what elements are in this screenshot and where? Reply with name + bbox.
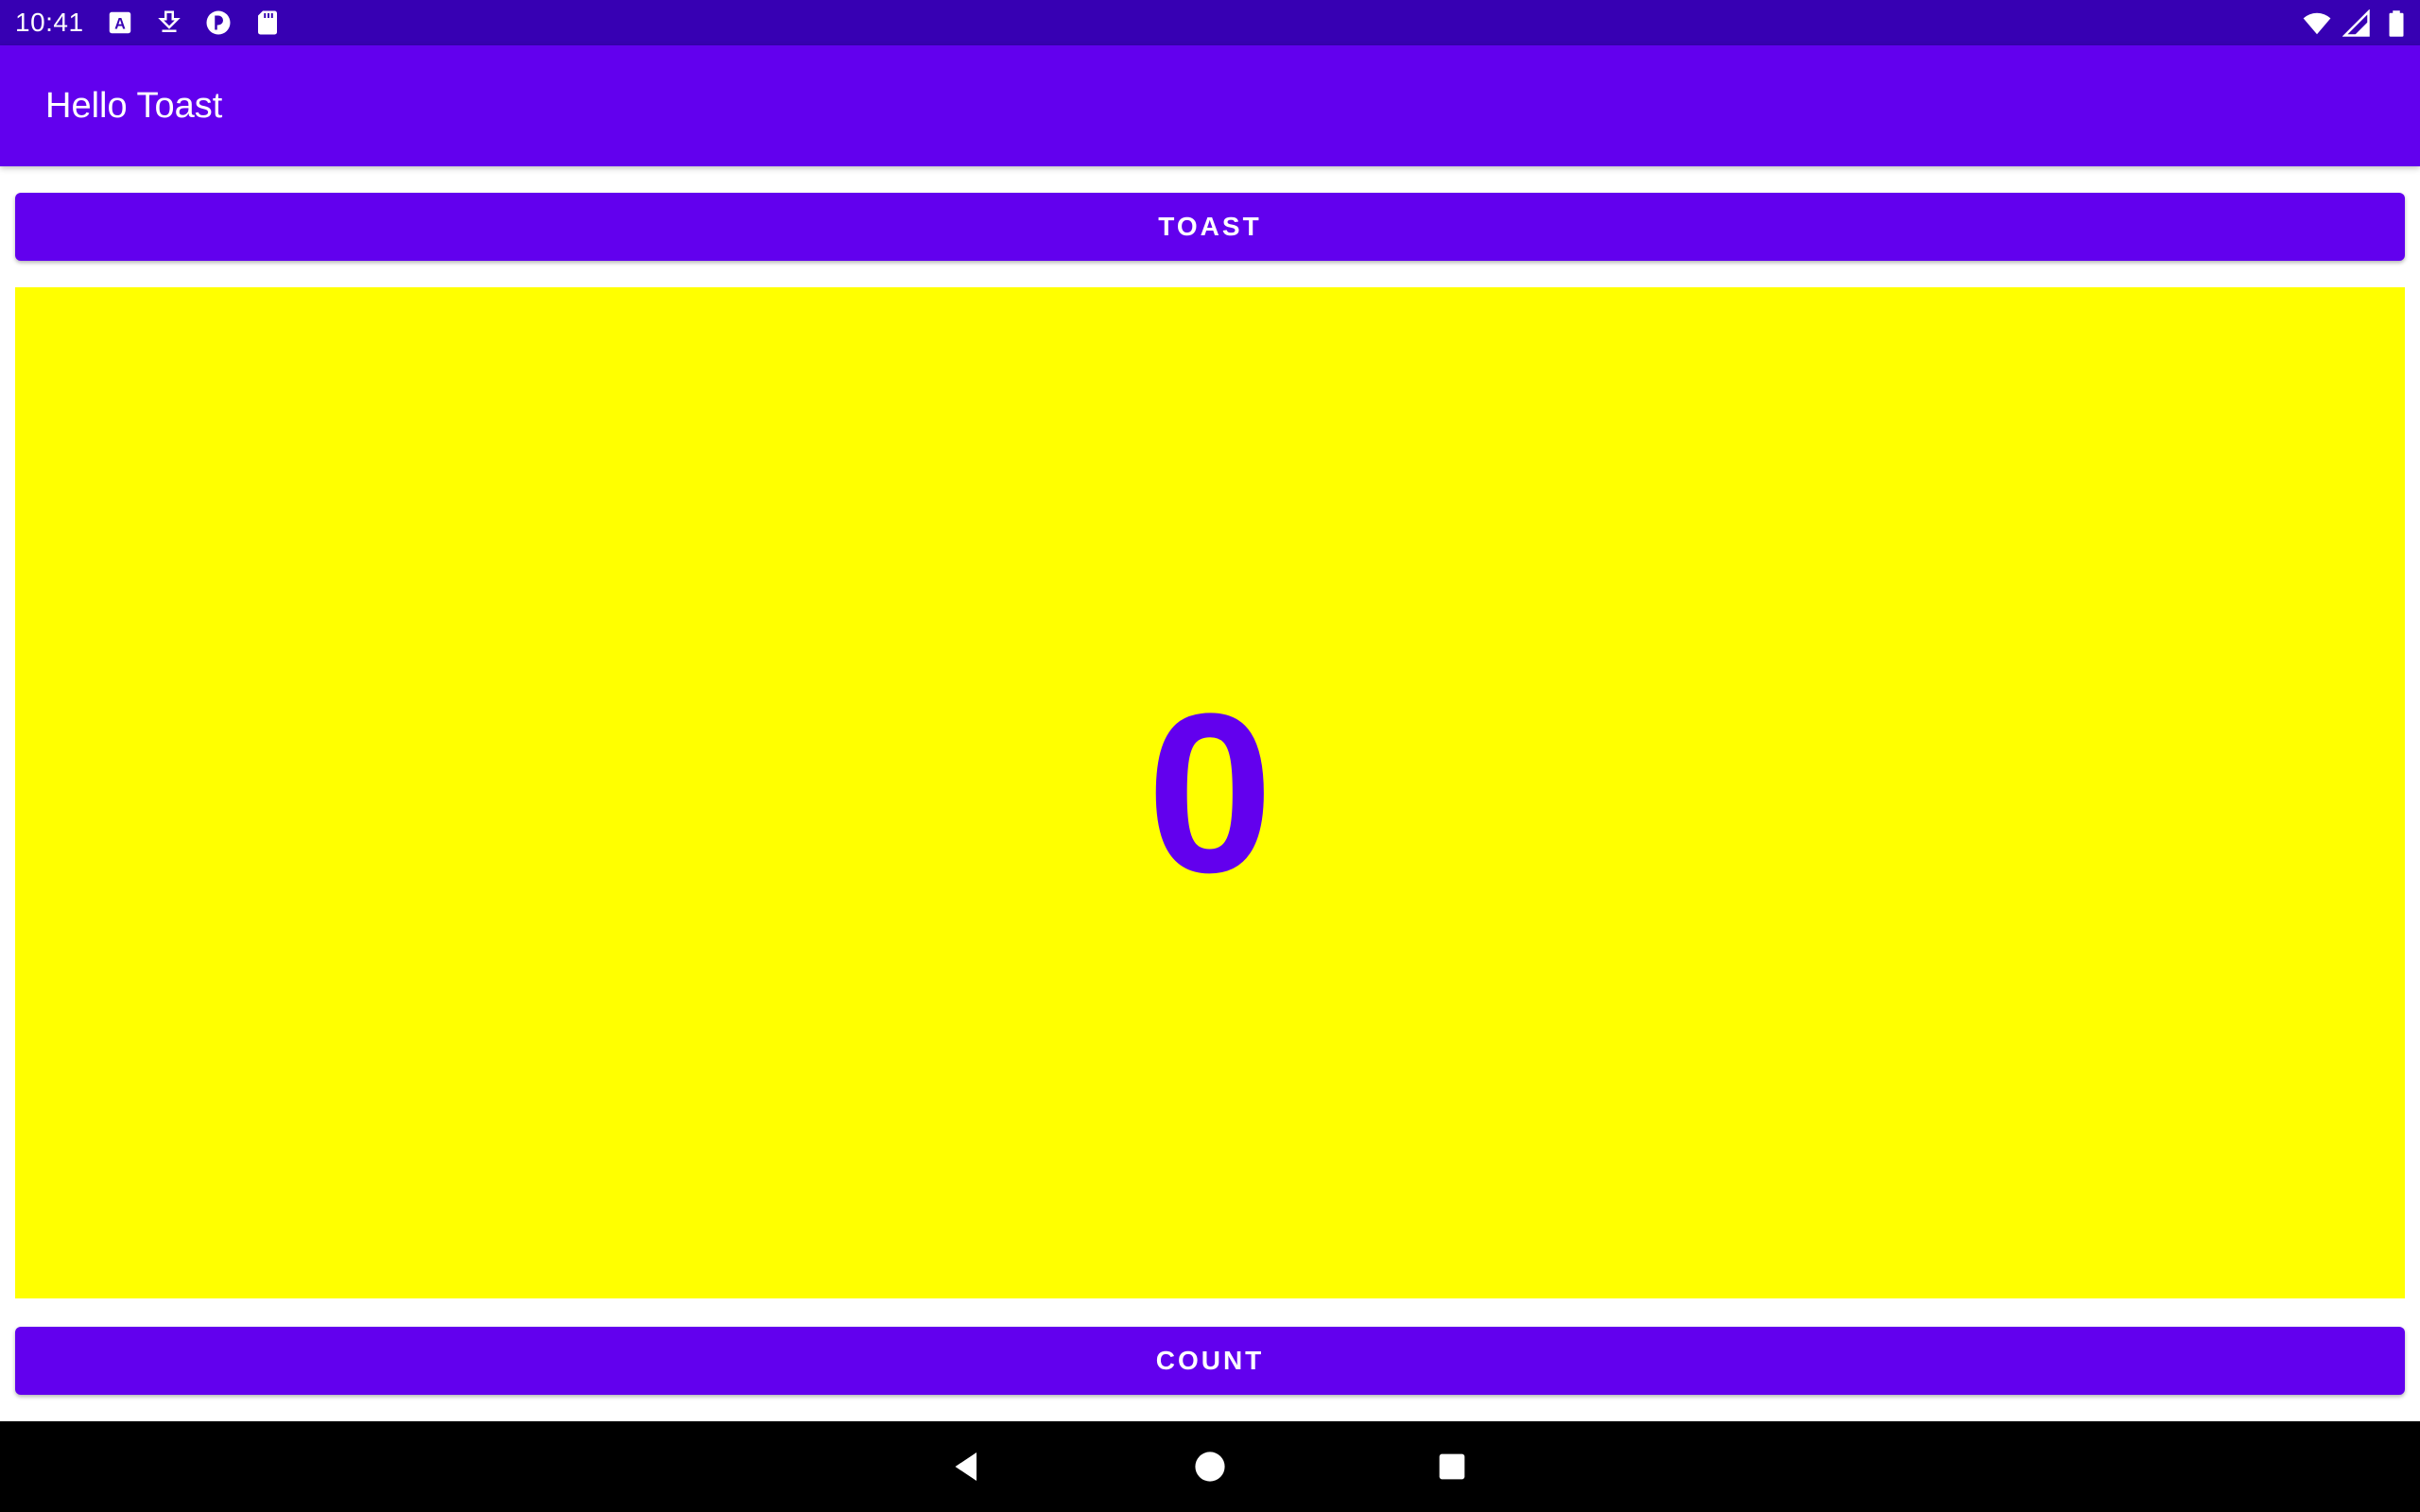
navigation-bar xyxy=(0,1421,2420,1512)
count-panel: 0 xyxy=(15,287,2405,1298)
system-icons xyxy=(2303,9,2411,38)
battery-icon xyxy=(2389,10,2404,37)
font-icon: A xyxy=(109,11,131,34)
recents-icon xyxy=(1439,1453,1465,1480)
home-button[interactable] xyxy=(1184,1440,1236,1493)
recents-button[interactable] xyxy=(1426,1440,1478,1493)
app-bar: Hello Toast xyxy=(0,45,2420,166)
status-time: 10:41 xyxy=(15,8,84,37)
download-icon xyxy=(158,10,181,32)
app-title: Hello Toast xyxy=(45,86,223,126)
sd-card-icon xyxy=(258,10,277,35)
status-bar: 10:41 A xyxy=(0,0,2420,45)
back-icon xyxy=(955,1452,977,1481)
signal-icon xyxy=(2342,9,2370,37)
count-value: 0 xyxy=(1147,666,1273,919)
toast-button[interactable]: TOAST xyxy=(15,193,2405,261)
home-icon xyxy=(1195,1452,1225,1482)
back-button[interactable] xyxy=(942,1440,994,1493)
wifi-icon xyxy=(2303,12,2331,35)
svg-text:A: A xyxy=(114,15,126,32)
count-button[interactable]: COUNT xyxy=(15,1327,2405,1395)
app-icon xyxy=(206,10,231,35)
notification-icons: A xyxy=(106,9,282,37)
